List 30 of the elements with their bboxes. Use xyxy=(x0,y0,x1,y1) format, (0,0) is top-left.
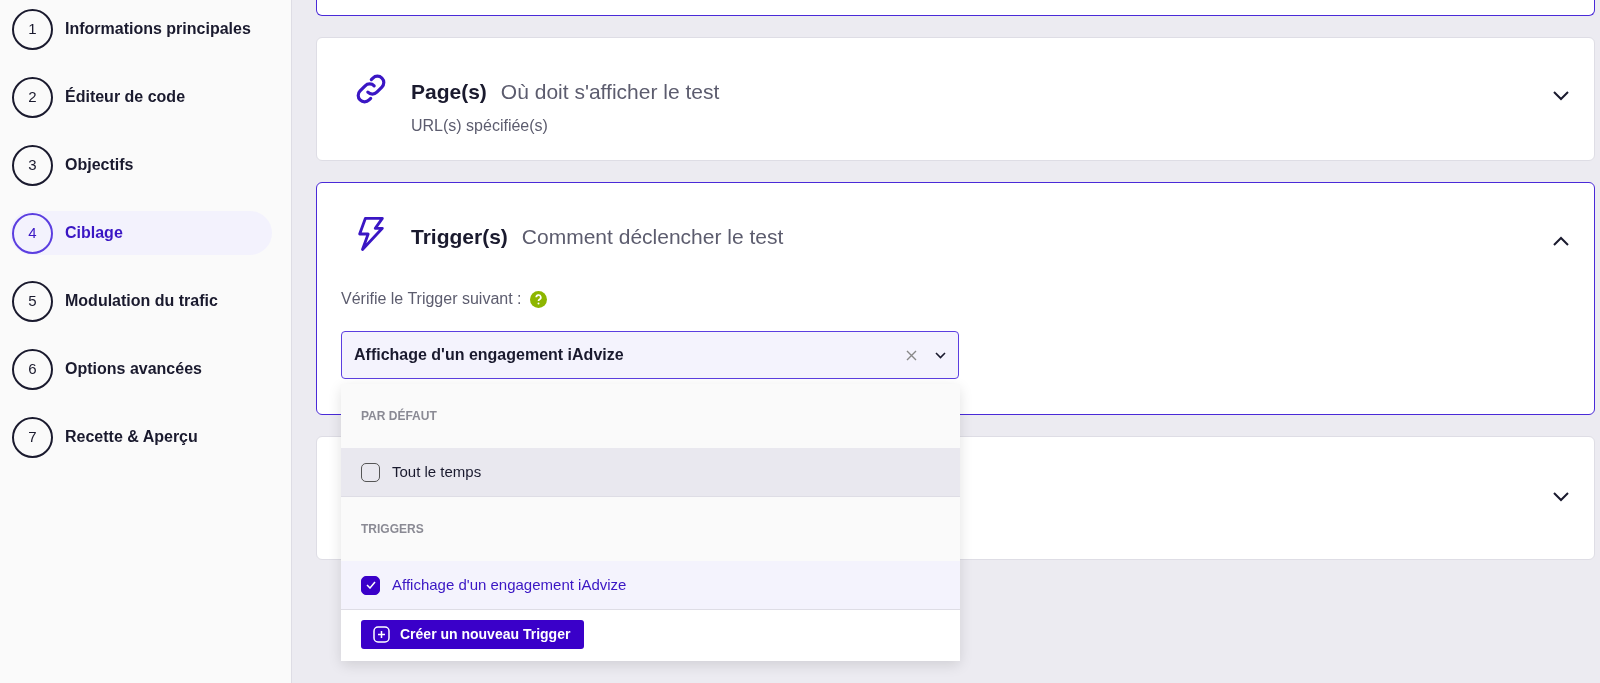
step-item[interactable]: 2 Éditeur de code xyxy=(10,75,272,119)
group-heading: PAR DÉFAUT xyxy=(341,384,960,448)
step-item[interactable]: 4 Ciblage xyxy=(10,211,272,255)
section-description: URL(s) spécifiée(s) xyxy=(411,115,549,136)
section-title: Trigger(s) xyxy=(411,224,508,250)
create-trigger-button[interactable]: Créer un nouveau Trigger xyxy=(361,620,585,649)
checkbox[interactable] xyxy=(361,462,380,482)
field-label: Vérifie le Trigger suivant : xyxy=(341,289,522,309)
step-item[interactable]: 1 Informations principales xyxy=(10,7,272,51)
step-item[interactable]: 7 Recette & Aperçu xyxy=(10,415,272,459)
checkmark-icon xyxy=(365,581,376,589)
dropdown-option[interactable]: Affichage d'un engagement iAdvize xyxy=(341,561,960,610)
caret-icon[interactable] xyxy=(935,351,946,359)
option-label: Tout le temps xyxy=(392,461,482,482)
chevron-icon[interactable] xyxy=(1552,234,1570,247)
chevron-icon[interactable] xyxy=(1552,89,1570,102)
step-item[interactable]: 3 Objectifs xyxy=(10,143,272,187)
chevron-icon[interactable] xyxy=(1552,490,1570,503)
step-item[interactable]: 6 Options avancées xyxy=(10,347,272,391)
checkbox[interactable] xyxy=(361,575,380,595)
section-title: Page(s) xyxy=(411,79,487,105)
section-subtitle: Comment déclencher le test xyxy=(521,224,784,250)
section-subtitle: Où doit s'afficher le test xyxy=(500,79,720,105)
option-label: Affichage d'un engagement iAdvize xyxy=(392,574,627,595)
plus-icon xyxy=(373,626,390,643)
step-item[interactable]: 5 Modulation du trafic xyxy=(10,279,272,323)
dropdown-option[interactable]: Tout le temps xyxy=(341,448,960,497)
clear-icon[interactable] xyxy=(906,349,917,361)
help-icon xyxy=(529,290,547,308)
group-heading: TRIGGERS xyxy=(341,497,960,561)
